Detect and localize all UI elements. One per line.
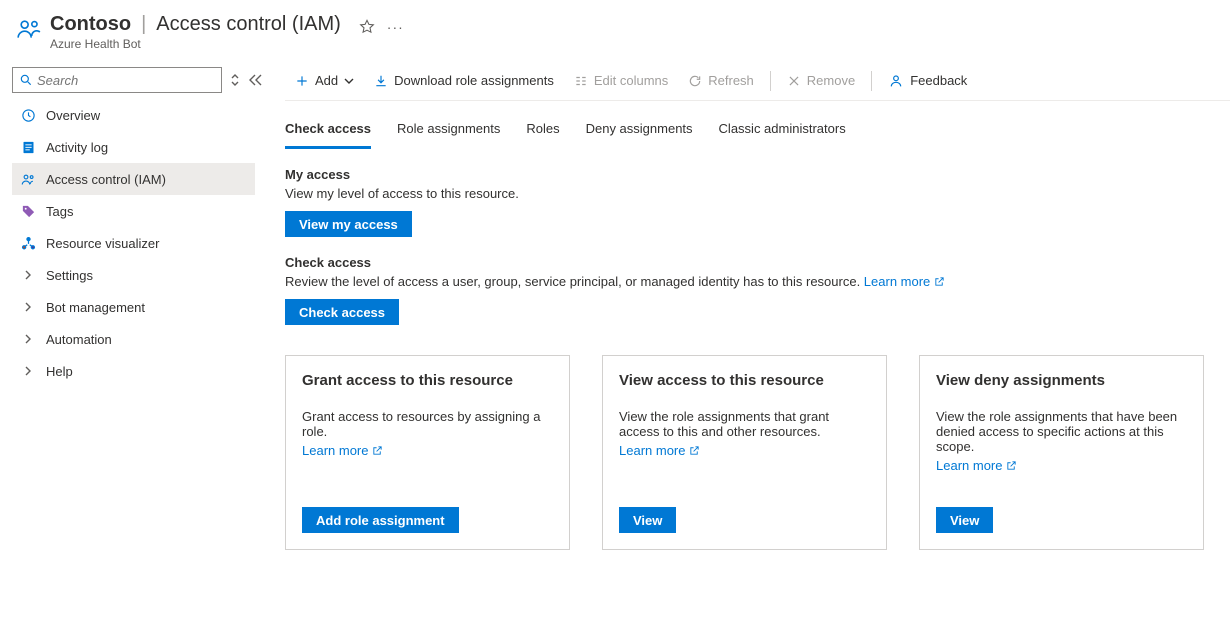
sidebar-item-access-control[interactable]: Access control (IAM) [12, 163, 255, 195]
tags-icon [20, 204, 36, 219]
external-link-icon [934, 276, 945, 287]
chevron-down-icon [344, 76, 354, 86]
search-field[interactable] [37, 73, 215, 88]
tab-role-assignments[interactable]: Role assignments [397, 115, 500, 149]
card-desc: Grant access to resources by assigning a… [302, 409, 553, 439]
view-my-access-button[interactable]: View my access [285, 211, 412, 237]
resource-type: Azure Health Bot [50, 37, 341, 51]
my-access-heading: My access [285, 167, 1230, 182]
learn-more-link[interactable]: Learn more [936, 458, 1017, 473]
card-view-access: View access to this resource View the ro… [602, 355, 887, 550]
sidebar-item-tags[interactable]: Tags [12, 195, 255, 227]
sidebar-item-help[interactable]: Help [12, 355, 255, 387]
my-access-desc: View my level of access to this resource… [285, 186, 1230, 201]
sidebar-item-resource-visualizer[interactable]: Resource visualizer [12, 227, 255, 259]
activity-log-icon [20, 140, 36, 155]
sidebar-item-label: Overview [46, 108, 100, 123]
sidebar-item-overview[interactable]: Overview [12, 99, 255, 131]
card-title: View access to this resource [619, 372, 870, 389]
card-title: View deny assignments [936, 372, 1187, 389]
learn-more-link[interactable]: Learn more [864, 274, 945, 289]
card-grant-access: Grant access to this resource Grant acce… [285, 355, 570, 550]
check-access-desc: Review the level of access a user, group… [285, 274, 1230, 289]
tabs: Check access Role assignments Roles Deny… [285, 115, 1230, 149]
card-view-deny: View deny assignments View the role assi… [919, 355, 1204, 550]
people-icon [20, 172, 36, 187]
chevron-right-icon [20, 334, 36, 344]
chevron-right-icon [20, 366, 36, 376]
page-header: Contoso | Access control (IAM) Azure Hea… [0, 0, 1230, 61]
cards-row: Grant access to this resource Grant acce… [285, 355, 1230, 550]
external-link-icon [689, 445, 700, 456]
card-desc: View the role assignments that have been… [936, 409, 1187, 454]
sidebar-item-label: Activity log [46, 140, 108, 155]
remove-button[interactable]: Remove [777, 61, 865, 101]
command-bar: Add Download role assignments Edit colum… [285, 61, 1230, 101]
card-desc: View the role assignments that grant acc… [619, 409, 870, 439]
star-icon[interactable] [359, 19, 375, 35]
feedback-button[interactable]: Feedback [878, 61, 977, 101]
main-content: Add Download role assignments Edit colum… [255, 61, 1230, 550]
sidebar-item-label: Help [46, 364, 73, 379]
check-access-button[interactable]: Check access [285, 299, 399, 325]
sidebar-item-bot-management[interactable]: Bot management [12, 291, 255, 323]
sidebar: Overview Activity log Access control (IA… [0, 61, 255, 550]
tab-deny-assignments[interactable]: Deny assignments [586, 115, 693, 149]
add-button[interactable]: Add [285, 61, 364, 101]
learn-more-link[interactable]: Learn more [302, 443, 383, 458]
view-button[interactable]: View [936, 507, 993, 533]
visualizer-icon [20, 236, 36, 251]
sidebar-item-label: Automation [46, 332, 112, 347]
separator: | [141, 13, 146, 36]
edit-columns-button[interactable]: Edit columns [564, 61, 678, 101]
sidebar-item-label: Bot management [46, 300, 145, 315]
tab-check-access[interactable]: Check access [285, 115, 371, 149]
external-link-icon [372, 445, 383, 456]
separator [770, 71, 771, 91]
card-title: Grant access to this resource [302, 372, 553, 389]
tab-roles[interactable]: Roles [526, 115, 559, 149]
sidebar-item-label: Resource visualizer [46, 236, 159, 251]
people-icon [16, 16, 40, 40]
my-access-section: My access View my level of access to thi… [285, 167, 1230, 237]
sidebar-item-label: Access control (IAM) [46, 172, 166, 187]
more-icon[interactable]: ··· [387, 19, 404, 35]
separator [871, 71, 872, 91]
check-access-section: Check access Review the level of access … [285, 255, 1230, 325]
check-access-heading: Check access [285, 255, 1230, 270]
sidebar-item-settings[interactable]: Settings [12, 259, 255, 291]
overview-icon [20, 108, 36, 123]
add-role-assignment-button[interactable]: Add role assignment [302, 507, 459, 533]
external-link-icon [1006, 460, 1017, 471]
tab-classic-administrators[interactable]: Classic administrators [719, 115, 846, 149]
sidebar-item-activity-log[interactable]: Activity log [12, 131, 255, 163]
chevron-right-icon [20, 270, 36, 280]
sidebar-item-label: Tags [46, 204, 73, 219]
search-input[interactable] [12, 67, 222, 93]
learn-more-link[interactable]: Learn more [619, 443, 700, 458]
chevron-right-icon [20, 302, 36, 312]
download-button[interactable]: Download role assignments [364, 61, 564, 101]
resource-name: Contoso [50, 13, 131, 36]
expand-icon[interactable] [230, 73, 240, 87]
sidebar-item-automation[interactable]: Automation [12, 323, 255, 355]
sidebar-item-label: Settings [46, 268, 93, 283]
refresh-button[interactable]: Refresh [678, 61, 764, 101]
view-button[interactable]: View [619, 507, 676, 533]
page-title: Access control (IAM) [156, 13, 340, 36]
